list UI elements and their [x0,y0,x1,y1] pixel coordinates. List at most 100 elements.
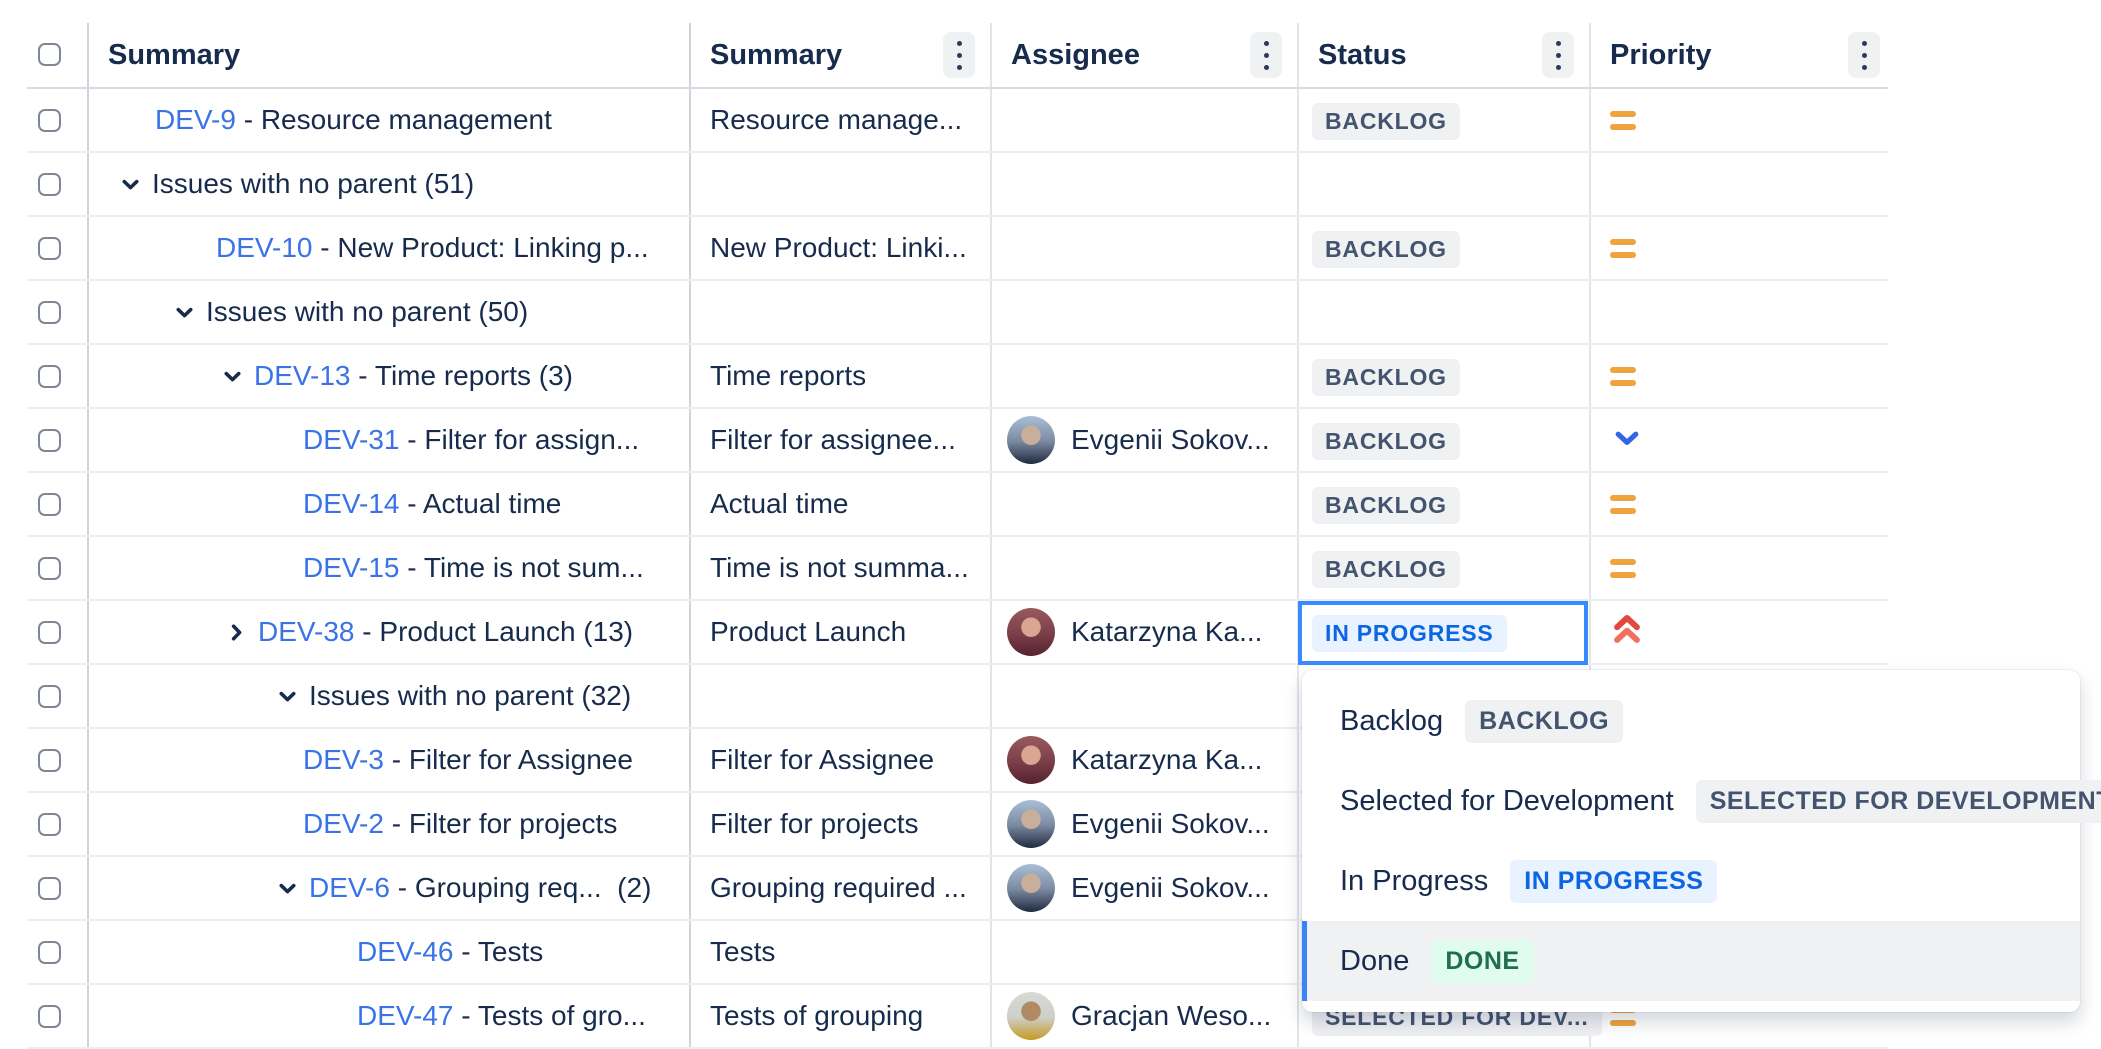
summary-cell[interactable]: Product Launch [710,601,969,663]
status-cell[interactable]: BACKLOG [1298,473,1588,537]
issue-key-link[interactable]: DEV-2 [303,808,384,839]
row-checkbox[interactable] [38,493,61,516]
chevron-right-icon[interactable] [224,620,249,645]
status-cell[interactable]: BACKLOG [1298,217,1588,281]
issue-key-link[interactable]: DEV-6 [309,872,390,903]
summary-tree-cell[interactable]: Issues with no parent (32) [275,665,631,727]
assignee-cell[interactable]: Gracjan Weso... [1007,985,1278,1047]
chevron-down-icon[interactable] [118,172,143,197]
row-checkbox[interactable] [38,365,61,388]
status-option-backlog[interactable]: BacklogBACKLOG [1302,681,2080,761]
issue-title: Actual time [423,488,562,519]
table-row: DEV-38 - Product Launch (13) Product Laun… [0,601,1888,665]
assignee-cell[interactable]: Evgenii Sokov... [1007,793,1278,855]
priority-cell[interactable] [1610,89,1636,151]
column-menu-button[interactable] [1542,32,1574,78]
assignee-cell[interactable]: Katarzyna Ka... [1007,601,1278,663]
priority-cell[interactable] [1610,409,1644,471]
row-checkbox[interactable] [38,749,61,772]
group-row: Issues with no parent (51) [0,153,1888,217]
summary-cell[interactable]: Time reports [710,345,969,407]
summary-cell[interactable]: Time is not summa... [710,537,969,599]
row-checkbox[interactable] [38,557,61,580]
column-menu-button[interactable] [1250,32,1282,78]
priority-cell[interactable] [1610,345,1636,407]
row-checkbox[interactable] [38,173,61,196]
column-menu-button[interactable] [1848,32,1880,78]
chevron-down-icon[interactable] [220,364,245,389]
row-checkbox[interactable] [38,877,61,900]
priority-cell[interactable] [1610,537,1636,599]
issue-key-link[interactable]: DEV-38 [258,616,355,647]
issue-key-link[interactable]: DEV-9 [155,104,236,135]
row-checkbox[interactable] [38,941,61,964]
priority-cell[interactable] [1610,217,1636,279]
summary-tree-cell[interactable]: DEV-31 - Filter for assign... [303,409,639,471]
status-chip[interactable]: BACKLOG [1312,231,1460,268]
summary-cell[interactable]: Tests of grouping [710,985,969,1047]
issue-key-link[interactable]: DEV-3 [303,744,384,775]
chevron-down-icon[interactable] [275,684,300,709]
summary-tree-cell[interactable]: DEV-15 - Time is not sum... [303,537,644,599]
summary-cell[interactable]: Filter for Assignee [710,729,969,791]
issue-key-link[interactable]: DEV-15 [303,552,400,583]
status-cell[interactable]: BACKLOG [1298,89,1588,153]
row-checkbox[interactable] [38,1005,61,1028]
issue-key-link[interactable]: DEV-10 [216,232,313,263]
summary-tree-cell[interactable]: DEV-10 - New Product: Linking p... [216,217,649,279]
summary-cell[interactable]: New Product: Linki... [710,217,969,279]
issue-key-link[interactable]: DEV-14 [303,488,400,519]
select-all-checkbox[interactable] [38,43,61,66]
summary-cell[interactable]: Filter for assignee... [710,409,969,471]
status-chip[interactable]: IN PROGRESS [1312,615,1507,652]
summary-tree-cell[interactable]: Issues with no parent (50) [172,281,528,343]
issue-key-link[interactable]: DEV-46 [357,936,454,967]
summary-cell[interactable]: Tests [710,921,969,983]
status-cell[interactable]: BACKLOG [1298,537,1588,601]
status-chip[interactable]: BACKLOG [1312,487,1460,524]
status-cell[interactable]: BACKLOG [1298,409,1588,473]
status-chip[interactable]: BACKLOG [1312,551,1460,588]
row-checkbox[interactable] [38,237,61,260]
assignee-cell[interactable]: Katarzyna Ka... [1007,729,1278,791]
issue-key-link[interactable]: DEV-13 [254,360,351,391]
summary-tree-cell[interactable]: DEV-6 - Grouping req... (2) [275,857,651,919]
summary-tree-cell[interactable]: DEV-14 - Actual time [303,473,561,535]
row-checkbox[interactable] [38,621,61,644]
summary-tree-cell[interactable]: DEV-13 - Time reports (3) [220,345,573,407]
summary-tree-cell[interactable]: DEV-38 - Product Launch (13) [224,601,633,663]
status-option-in-progress[interactable]: In ProgressIN PROGRESS [1302,841,2080,921]
status-cell[interactable]: BACKLOG [1298,345,1588,409]
summary-cell[interactable]: Actual time [710,473,969,535]
priority-cell[interactable] [1610,601,1644,663]
summary-tree-cell[interactable]: DEV-2 - Filter for projects [303,793,617,855]
assignee-cell[interactable]: Evgenii Sokov... [1007,857,1278,919]
chevron-down-icon[interactable] [172,300,197,325]
summary-tree-cell[interactable]: DEV-9 - Resource management [155,89,552,151]
issue-key-link[interactable]: DEV-31 [303,424,400,455]
summary-tree-cell[interactable]: DEV-47 - Tests of gro... [357,985,646,1047]
summary-tree-cell[interactable]: Issues with no parent (51) [118,153,474,215]
summary-cell[interactable]: Grouping required ... [710,857,969,919]
summary-tree-cell[interactable]: DEV-46 - Tests [357,921,543,983]
assignee-cell[interactable]: Evgenii Sokov... [1007,409,1278,471]
tree-row-text: Issues with no parent (50) [206,296,528,328]
status-option-selected-for-development[interactable]: Selected for DevelopmentSELECTED FOR DEV… [1302,761,2080,841]
row-checkbox[interactable] [38,685,61,708]
summary-tree-cell[interactable]: DEV-3 - Filter for Assignee [303,729,633,791]
summary-cell[interactable]: Resource manage... [710,89,969,151]
chevron-down-icon[interactable] [275,876,300,901]
status-option-done[interactable]: DoneDONE [1302,921,2080,1001]
row-checkbox[interactable] [38,301,61,324]
row-checkbox[interactable] [38,109,61,132]
summary-cell[interactable]: Filter for projects [710,793,969,855]
status-chip[interactable]: BACKLOG [1312,359,1460,396]
column-menu-button[interactable] [943,32,975,78]
status-cell[interactable]: IN PROGRESS [1298,601,1588,665]
row-checkbox[interactable] [38,813,61,836]
row-checkbox[interactable] [38,429,61,452]
priority-cell[interactable] [1610,473,1636,535]
status-chip[interactable]: BACKLOG [1312,103,1460,140]
issue-key-link[interactable]: DEV-47 [357,1000,454,1031]
status-chip[interactable]: BACKLOG [1312,423,1460,460]
